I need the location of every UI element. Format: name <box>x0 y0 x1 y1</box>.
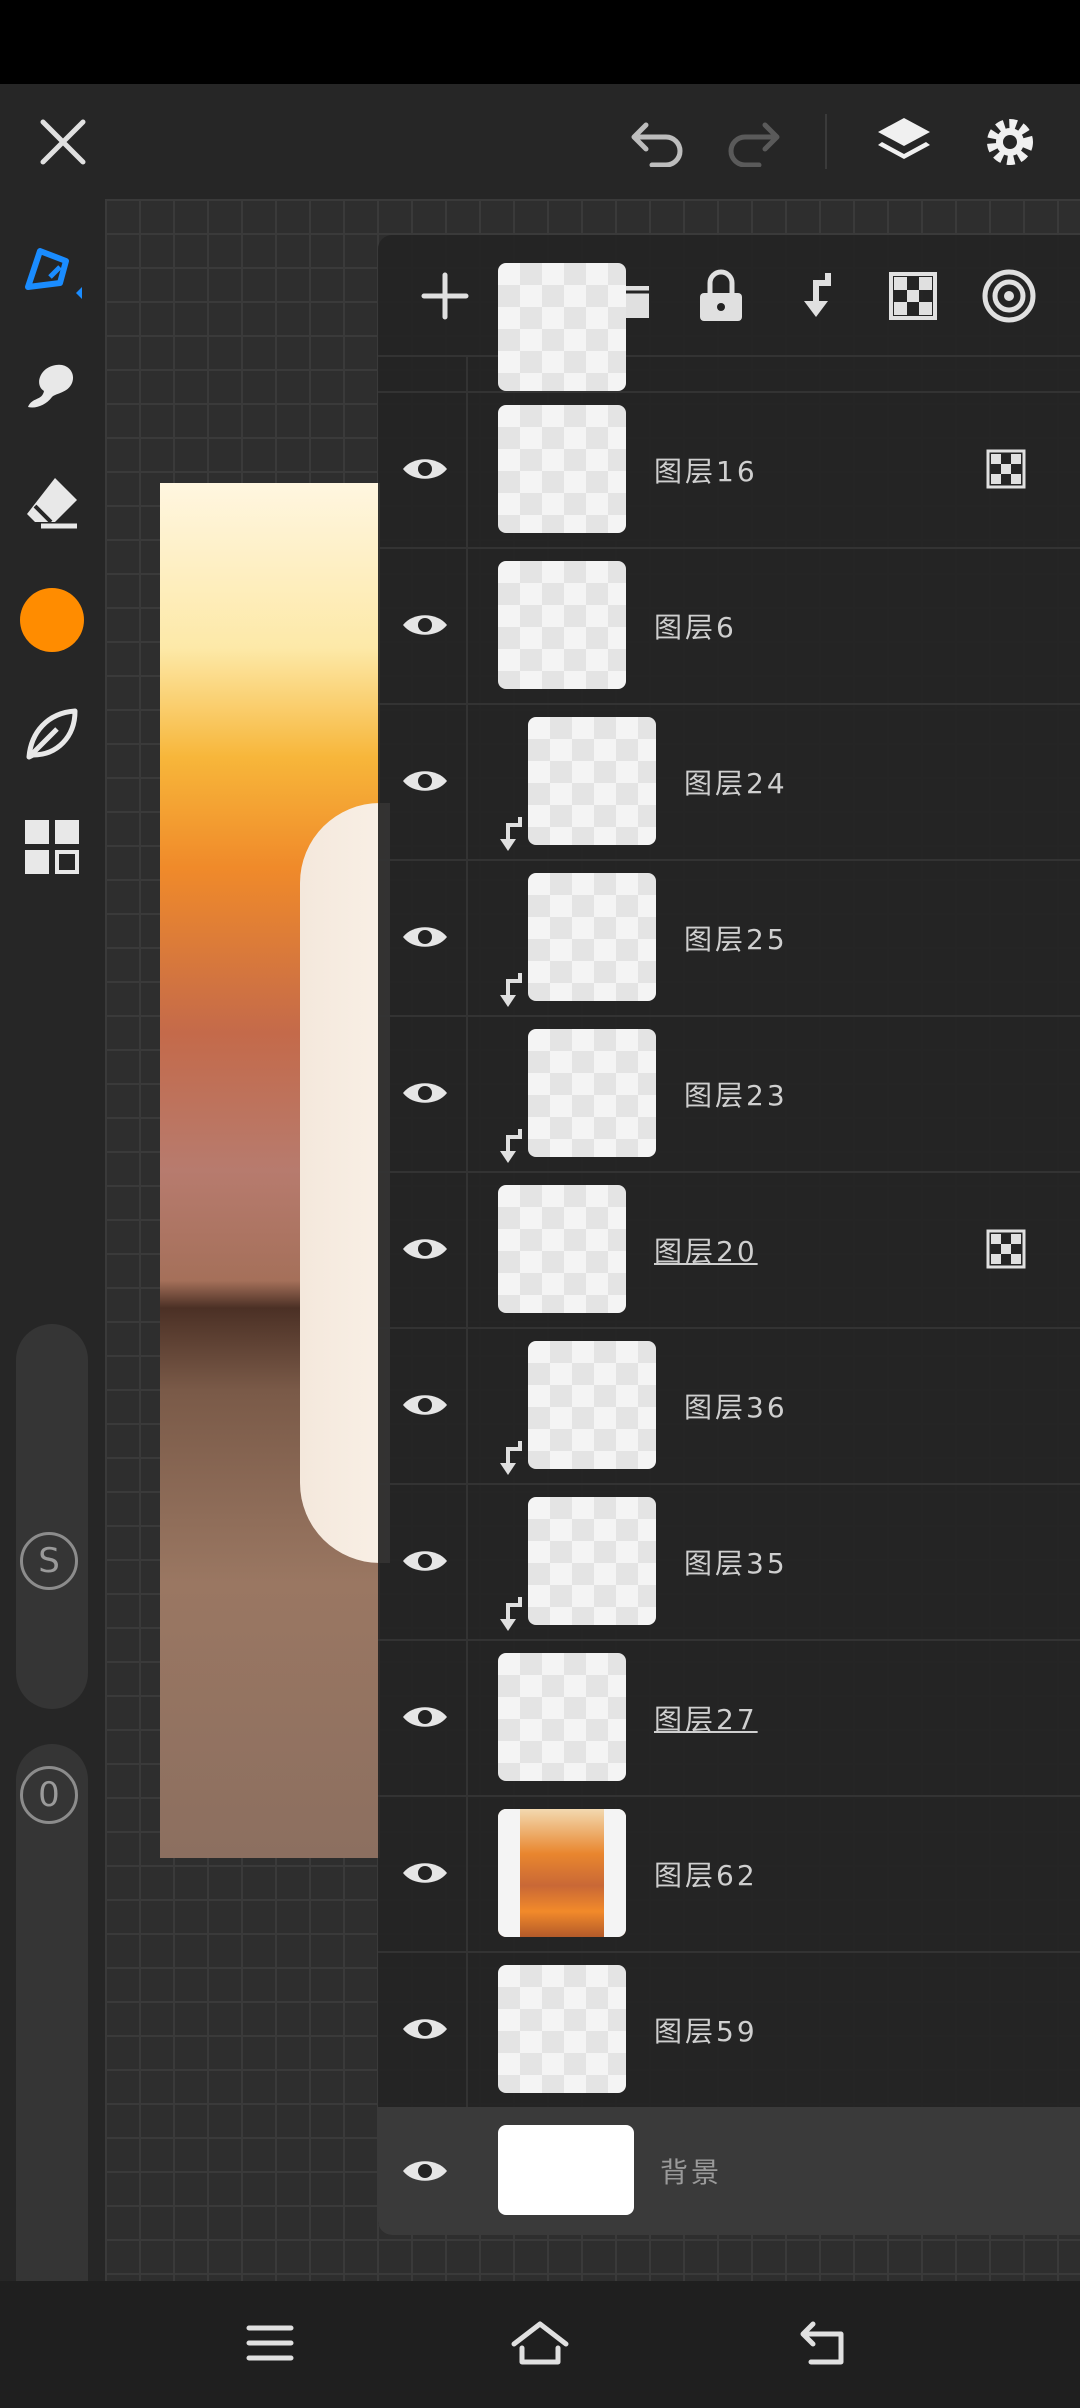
layer-row[interactable]: 图层35 <box>378 1483 1080 1641</box>
layer-thumbnail <box>528 873 656 1001</box>
visibility-eye-icon[interactable] <box>394 2151 456 2191</box>
layer-thumbnail <box>528 1341 656 1469</box>
layer-name: 图层36 <box>684 1391 788 1424</box>
layer-thumbnail <box>528 1497 656 1625</box>
layer-thumbnail <box>498 1653 626 1781</box>
artwork-canvas[interactable] <box>160 483 390 1858</box>
layer-row[interactable]: 图层27 <box>378 1639 1080 1797</box>
brush-size-knob[interactable]: S <box>20 1532 78 1590</box>
layer-name: 图层35 <box>684 1547 788 1580</box>
layer-row[interactable]: 图层16 <box>378 391 1080 549</box>
eraser-tool-icon[interactable] <box>12 461 92 541</box>
brush-library-icon[interactable] <box>12 694 92 774</box>
layer-name: 图层27 <box>654 1703 758 1736</box>
top-toolbar <box>0 84 1080 199</box>
color-swatch[interactable] <box>12 580 92 660</box>
clipping-mask-arrow-icon <box>496 815 526 855</box>
layer-name: 图层6 <box>654 611 737 644</box>
alpha-lock-indicator-icon <box>986 1229 1026 1269</box>
redo-icon[interactable] <box>715 84 790 199</box>
merge-down-icon[interactable] <box>786 265 848 327</box>
layer-thumbnail <box>528 1029 656 1157</box>
left-toolbar: S 0 <box>0 199 105 2334</box>
layers-panel: 图层16 图层6 图层24 图层25 图层23 图层20 图层36 图层35 图… <box>378 235 1080 2235</box>
visibility-eye-icon[interactable] <box>394 1073 456 1113</box>
lock-icon[interactable] <box>690 265 752 327</box>
artwork-figure <box>300 803 390 1563</box>
close-icon[interactable] <box>28 84 98 199</box>
visibility-eye-icon[interactable] <box>394 449 456 489</box>
layer-thumbnail <box>498 1809 626 1937</box>
clipping-mask-arrow-icon <box>496 1439 526 1479</box>
home-icon[interactable] <box>508 2311 572 2375</box>
blend-icon[interactable] <box>978 265 1040 327</box>
layer-row[interactable]: 图层36 <box>378 1327 1080 1485</box>
layer-name: 图层24 <box>684 767 788 800</box>
layer-thumbnail <box>498 263 626 391</box>
background-layer-row[interactable]: 背景 <box>378 2107 1080 2235</box>
layer-name: 图层25 <box>684 923 788 956</box>
layer-row[interactable]: 图层24 <box>378 703 1080 861</box>
divider <box>825 114 827 169</box>
layer-thumbnail <box>528 717 656 845</box>
smudge-tool-icon[interactable] <box>12 347 92 427</box>
layer-row[interactable]: 图层23 <box>378 1015 1080 1173</box>
visibility-eye-icon[interactable] <box>394 2009 456 2049</box>
gallery-icon[interactable] <box>12 807 92 887</box>
alpha-lock-indicator-icon <box>986 449 1026 489</box>
layer-row[interactable]: 图层62 <box>378 1795 1080 1953</box>
system-navigation-bar <box>0 2281 1080 2408</box>
visibility-eye-icon[interactable] <box>394 761 456 801</box>
menu-icon[interactable] <box>238 2311 302 2375</box>
brush-opacity-slider[interactable]: 0 <box>16 1744 88 2334</box>
layer-thumbnail <box>498 1965 626 2093</box>
clipping-mask-arrow-icon <box>496 1595 526 1635</box>
layer-name: 图层59 <box>654 2015 758 2048</box>
layer-thumbnail <box>498 405 626 533</box>
layers-toolbar <box>378 235 1080 357</box>
visibility-eye-icon[interactable] <box>394 1541 456 1581</box>
layers-icon[interactable] <box>866 84 941 199</box>
brush-size-slider[interactable]: S <box>16 1324 88 1709</box>
add-layer-icon[interactable] <box>414 265 476 327</box>
layer-row-partial[interactable] <box>378 263 1080 393</box>
settings-icon[interactable] <box>972 84 1047 199</box>
layer-thumbnail <box>498 2125 634 2215</box>
layer-name: 图层23 <box>684 1079 788 1112</box>
visibility-eye-icon[interactable] <box>394 605 456 645</box>
layer-name: 图层16 <box>654 455 758 488</box>
visibility-eye-icon[interactable] <box>394 1697 456 1737</box>
layer-name: 图层20 <box>654 1235 758 1268</box>
undo-icon[interactable] <box>620 84 695 199</box>
layer-row[interactable]: 图层25 <box>378 859 1080 1017</box>
layer-name: 背景 <box>660 2156 723 2189</box>
visibility-eye-icon[interactable] <box>394 1385 456 1425</box>
visibility-eye-icon[interactable] <box>394 1229 456 1269</box>
clipping-mask-arrow-icon <box>496 971 526 1011</box>
layer-row[interactable]: 图层6 <box>378 547 1080 705</box>
brush-opacity-knob[interactable]: 0 <box>20 1766 78 1824</box>
layer-row[interactable]: 图层59 <box>378 1951 1080 2109</box>
pen-tool-icon[interactable] <box>12 229 92 309</box>
visibility-eye-icon[interactable] <box>394 1853 456 1893</box>
layer-row[interactable]: 图层20 <box>378 1171 1080 1329</box>
clipping-mask-arrow-icon <box>496 1127 526 1167</box>
layer-name: 图层62 <box>654 1859 758 1892</box>
layer-thumbnail <box>498 1185 626 1313</box>
back-icon[interactable] <box>792 2311 856 2375</box>
visibility-eye-icon[interactable] <box>394 917 456 957</box>
alpha-lock-icon[interactable] <box>882 265 944 327</box>
status-bar <box>0 0 1080 84</box>
layer-thumbnail <box>498 561 626 689</box>
